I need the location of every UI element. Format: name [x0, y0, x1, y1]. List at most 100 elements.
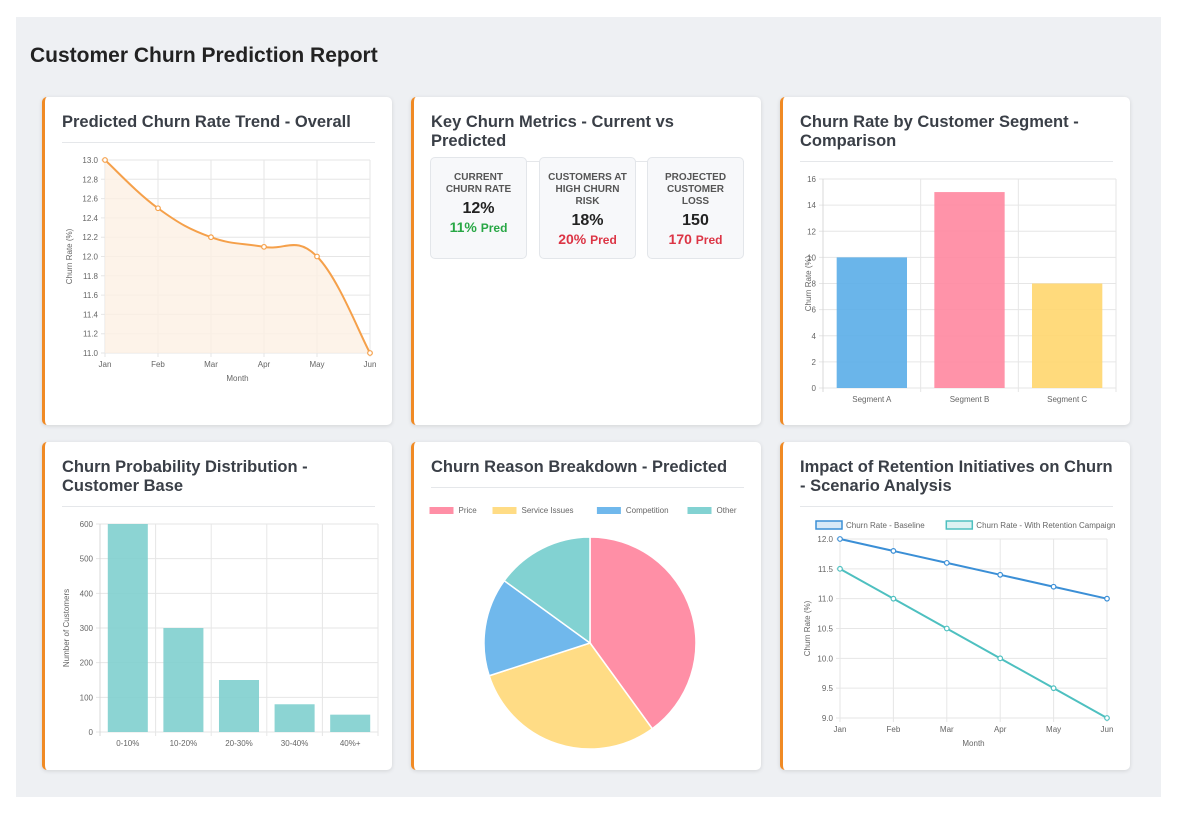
x-tick-label: Segment A [852, 395, 892, 404]
y-tick-label: 12.2 [82, 233, 98, 242]
metric-label: CURRENT CHURN RATE [445, 172, 512, 195]
reasons-chart: Price Service Issues Competition Other [429, 506, 737, 750]
data-point [367, 350, 373, 356]
data-point [314, 253, 320, 260]
y-tick-label: 200 [80, 659, 94, 668]
impact-card: Impact of Retention Initiatives on Churn… [780, 442, 1130, 770]
legend-label: Churn Rate - With Retention Campaign [976, 521, 1115, 530]
y-axis-label: Churn Rate (%) [65, 228, 74, 284]
y-axis-label: Churn Rate (%) [804, 255, 813, 311]
y-tick-label: 11.6 [83, 291, 99, 300]
metric-predicted-suffix: Pred [695, 233, 723, 247]
metric-current-value: 18% [571, 212, 604, 229]
y-tick-label: 2 [812, 358, 817, 367]
segment-chart: 0246810121416Churn Rate (%)Segment A Segm… [804, 175, 1117, 404]
x-tick-label: Feb [887, 725, 901, 734]
metric-card-churn-rate: CURRENT CHURN RATE 12% 11% Pred [430, 157, 527, 259]
data-point [997, 655, 1004, 662]
legend-swatch [815, 520, 843, 530]
data-point [1050, 685, 1057, 692]
y-tick-label: 11.4 [83, 310, 99, 319]
data-point [1104, 715, 1110, 721]
trend-chart: 11.0 11.2 11.4 11.6 11.8 12.0 12.2 12.4 12.6 12.8… [65, 156, 376, 383]
bar [107, 524, 148, 732]
impact-chart: 9.0 9.5 10.0 10.5 11.0 11.5 12.0 Churn Rate (%)… [803, 520, 1115, 748]
report-title: Customer Churn Prediction Report [30, 44, 378, 67]
reasons-card: Churn Reason Breakdown - Predicted Price… [411, 442, 761, 770]
y-tick-label: 10.0 [817, 654, 833, 663]
bar [274, 704, 315, 732]
metrics-card: Key Churn Metrics - Current vs Predicted… [411, 97, 761, 425]
data-point [1050, 583, 1057, 590]
x-tick-label: Mar [940, 725, 954, 734]
metric-predicted-value: 11% [449, 219, 477, 235]
bar [163, 628, 204, 732]
y-tick-label: 0 [89, 728, 94, 737]
y-tick-label: 14 [807, 201, 816, 210]
trend-card: Predicted Churn Rate Trend - Overall 11.… [42, 97, 392, 425]
data-point [1104, 595, 1110, 602]
x-tick-label: Jun [1101, 725, 1114, 734]
metric-predicted: 170 Pred [648, 231, 743, 247]
y-tick-label: 12 [807, 227, 816, 236]
data-point [890, 595, 897, 602]
bar [218, 680, 260, 732]
distribution-card: Churn Probability Distribution - Custome… [42, 442, 392, 770]
bar [836, 257, 907, 388]
legend-label: Churn Rate - Baseline [846, 521, 925, 530]
x-tick-label: Apr [994, 725, 1007, 734]
y-tick-label: 4 [812, 332, 817, 341]
bar [330, 714, 371, 732]
y-axis-label: Churn Rate (%) [803, 600, 812, 656]
data-point [997, 571, 1004, 578]
x-tick-label: May [1046, 725, 1061, 734]
x-tick-label: 10-20% [170, 739, 198, 748]
metric-label: PROJECTED CUSTOMER LOSS [664, 172, 727, 207]
x-tick-label: 20-30% [225, 739, 253, 748]
y-tick-label: 300 [80, 624, 94, 633]
y-tick-label: 100 [80, 693, 94, 702]
metric-predicted-value: 170 [668, 231, 692, 247]
x-tick-label: 40%+ [340, 739, 361, 748]
y-tick-label: 10.5 [817, 625, 833, 634]
y-tick-label: 12.8 [82, 175, 98, 184]
metric-card-high-risk: CUSTOMERS AT HIGH CHURN RISK 18% 20% Pre… [539, 157, 636, 259]
x-tick-label: Jan [834, 725, 847, 734]
metric-predicted: 11% Pred [431, 219, 526, 235]
y-axis-label: Number of Customers [62, 589, 71, 667]
data-point [837, 536, 843, 542]
data-point [155, 205, 161, 212]
y-tick-label: 12.0 [817, 535, 833, 544]
y-tick-label: 9.0 [822, 714, 834, 723]
segment-card: Churn Rate by Customer Segment - Compari… [780, 97, 1130, 425]
metric-predicted-suffix: Pred [590, 233, 617, 247]
y-tick-label: 11.0 [83, 349, 99, 358]
series-line [839, 567, 1108, 719]
x-tick-label: Segment B [950, 395, 990, 404]
bar [1032, 283, 1103, 388]
legend-swatch [492, 507, 517, 514]
x-axis-label: Month [226, 374, 248, 383]
bar [934, 192, 1005, 388]
data-point [943, 559, 950, 566]
legend-swatch [687, 507, 712, 514]
y-tick-label: 11.5 [818, 565, 834, 574]
x-tick-label: Mar [204, 360, 218, 369]
legend-label: Price [459, 506, 478, 515]
distribution-chart: 0 100 200 300 400 500 600 Number of Customers 0-… [62, 520, 379, 748]
metric-current-value: 12% [462, 200, 495, 217]
y-tick-label: 400 [80, 589, 94, 598]
legend-swatch [596, 507, 621, 514]
y-tick-label: 11.0 [818, 595, 834, 604]
metric-predicted: 20% Pred [540, 231, 635, 247]
y-tick-label: 12.4 [82, 214, 98, 223]
report-page: Customer Churn Prediction Report Predict… [16, 17, 1161, 797]
x-tick-label: Apr [258, 360, 271, 369]
x-tick-label: May [309, 360, 324, 369]
y-tick-label: 16 [807, 175, 816, 184]
y-tick-label: 500 [80, 555, 94, 564]
legend-swatch [945, 520, 974, 530]
y-tick-label: 12.6 [82, 195, 98, 204]
data-point [208, 234, 214, 241]
y-tick-label: 11.2 [83, 330, 99, 339]
